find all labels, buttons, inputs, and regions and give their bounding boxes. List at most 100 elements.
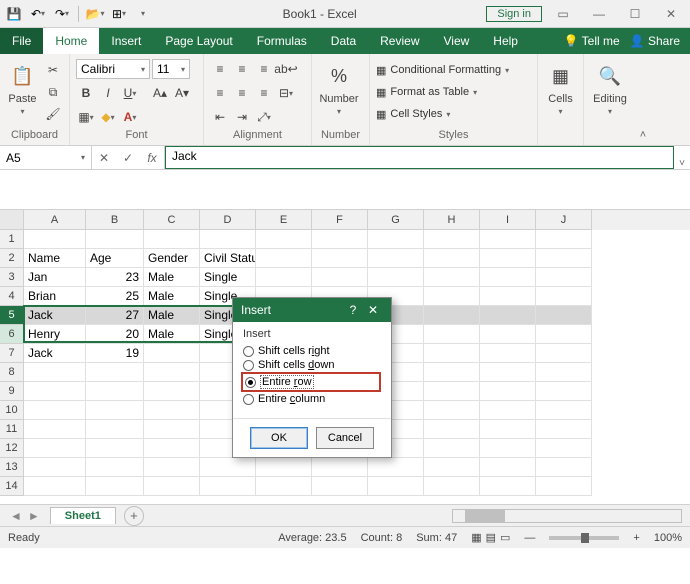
tab-page-layout[interactable]: Page Layout [153,28,244,54]
cell[interactable]: Gender [144,249,200,268]
col-header[interactable]: E [256,210,312,230]
tell-me[interactable]: 💡 Tell me [564,34,620,48]
font-size-combo[interactable]: 11▾ [152,59,190,79]
cell[interactable] [144,420,200,439]
cell[interactable]: Civil Status [200,249,256,268]
underline-button[interactable]: U▾ [120,83,140,103]
cell[interactable] [24,420,86,439]
cell[interactable] [424,458,480,477]
col-header[interactable]: B [86,210,144,230]
align-center-icon[interactable]: ≡ [232,83,252,103]
cell[interactable]: Age [86,249,144,268]
cell[interactable]: Male [144,268,200,287]
tab-insert[interactable]: Insert [99,28,153,54]
row-header[interactable]: 2 [0,249,24,268]
cell[interactable] [424,363,480,382]
cell[interactable] [480,477,536,496]
cell[interactable] [536,287,592,306]
cell[interactable] [86,420,144,439]
cell[interactable] [368,230,424,249]
tab-view[interactable]: View [432,28,482,54]
cell[interactable] [536,344,592,363]
name-box[interactable]: A5▾ [0,146,92,169]
cell[interactable] [144,458,200,477]
cell[interactable] [480,401,536,420]
cell[interactable] [24,458,86,477]
cell[interactable]: 20 [86,325,144,344]
cell[interactable]: 25 [86,287,144,306]
conditional-formatting-button[interactable]: ▦Conditional Formatting▾ [376,60,509,80]
tab-data[interactable]: Data [319,28,368,54]
cell[interactable] [480,287,536,306]
cell[interactable] [480,230,536,249]
cell[interactable] [200,458,256,477]
cell[interactable] [424,382,480,401]
cell[interactable] [144,401,200,420]
share-button[interactable]: 👤 Share [630,34,680,48]
cell[interactable] [86,458,144,477]
zoom-out-icon[interactable]: — [524,532,535,544]
orientation-icon[interactable]: ⤢▾ [254,107,274,127]
italic-button[interactable]: I [98,83,118,103]
cell[interactable] [24,477,86,496]
cell[interactable] [536,420,592,439]
cell[interactable]: Name [24,249,86,268]
cell[interactable] [312,458,368,477]
editing-button[interactable]: 🔍 Editing ▾ [590,56,630,122]
align-bottom-icon[interactable]: ≡ [254,59,274,79]
cell[interactable]: Jan [24,268,86,287]
cell[interactable] [24,382,86,401]
cell[interactable] [536,230,592,249]
cell[interactable] [536,477,592,496]
cell[interactable] [424,287,480,306]
row-header[interactable]: 1 [0,230,24,249]
view-page-layout-icon[interactable]: ▤ [486,531,496,544]
cell[interactable] [368,268,424,287]
decrease-indent-icon[interactable]: ⇤ [210,107,230,127]
cell[interactable] [480,344,536,363]
cell[interactable] [536,268,592,287]
row-header[interactable]: 7 [0,344,24,363]
radio-shift-down[interactable]: Shift cells down [243,358,381,372]
cells-button[interactable]: ▦ Cells ▾ [544,56,577,122]
radio-entire-row[interactable]: Entire row [245,374,377,390]
col-header[interactable]: I [480,210,536,230]
col-header[interactable]: C [144,210,200,230]
cell[interactable]: Jack [24,306,86,325]
row-header[interactable]: 10 [0,401,24,420]
row-header[interactable]: 8 [0,363,24,382]
new-sheet-button[interactable]: + [124,506,144,526]
align-left-icon[interactable]: ≡ [210,83,230,103]
enter-formula-icon[interactable]: ✓ [116,151,140,165]
cell[interactable] [86,363,144,382]
cell[interactable] [144,382,200,401]
cell[interactable] [536,439,592,458]
select-all-corner[interactable] [0,210,24,230]
cell[interactable] [144,230,200,249]
row-header[interactable]: 14 [0,477,24,496]
cell[interactable] [480,306,536,325]
maximize-icon[interactable]: ☐ [620,4,650,24]
cell[interactable] [480,363,536,382]
align-middle-icon[interactable]: ≡ [232,59,252,79]
cell[interactable] [256,230,312,249]
cell[interactable] [424,344,480,363]
cell[interactable] [536,325,592,344]
cell[interactable] [24,401,86,420]
cell[interactable] [200,230,256,249]
cell[interactable] [536,382,592,401]
col-header[interactable]: G [368,210,424,230]
cell[interactable] [368,477,424,496]
radio-shift-right[interactable]: Shift cells right [243,344,381,358]
tab-review[interactable]: Review [368,28,431,54]
cell[interactable] [312,249,368,268]
paste-button[interactable]: 📋 Paste ▾ [6,56,39,122]
row-header[interactable]: 4 [0,287,24,306]
horizontal-scrollbar[interactable] [452,509,682,523]
cell[interactable] [480,458,536,477]
cell-styles-button[interactable]: ▦Cell Styles▾ [376,104,450,124]
dialog-help-icon[interactable]: ? [343,303,363,317]
cell[interactable] [536,363,592,382]
cell[interactable]: Henry [24,325,86,344]
wrap-text-icon[interactable]: ab↩ [276,59,296,79]
